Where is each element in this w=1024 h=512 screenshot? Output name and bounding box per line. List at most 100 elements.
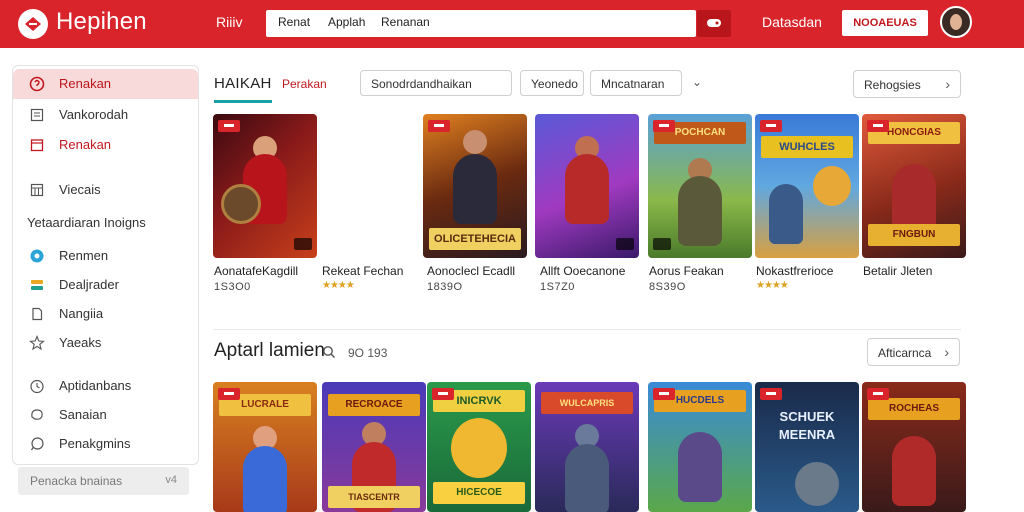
logo-icon[interactable] (18, 9, 48, 39)
filter-search-value: Sonodrdandhaikan (371, 77, 472, 91)
clock-icon (30, 379, 44, 394)
section-button[interactable]: Afticarnca › (867, 338, 960, 366)
controller-icon (707, 19, 721, 27)
sidebar-item-label: Vankorodah (59, 107, 129, 122)
header-link-left[interactable]: Riiiv (216, 14, 242, 30)
sidebar-item-label: Sanaian (59, 407, 107, 422)
filter-select-2[interactable]: Mncatnaran (590, 70, 682, 96)
chat-icon (31, 280, 43, 290)
game-title[interactable]: Rekeat Fechan (322, 264, 403, 278)
card-banner: ROCHEAS (868, 398, 960, 420)
game-card-r2-1[interactable]: LUCRALE (213, 382, 317, 512)
avatar[interactable] (940, 6, 972, 38)
sidebar: Renakan Vankorodah Renakan Viecais Yetaa… (12, 65, 199, 465)
search-bar[interactable]: Renat Applah Renanan (266, 10, 696, 37)
section-button-label: Afticarnca (878, 346, 932, 360)
game-title[interactable]: Nokastfrerioce (756, 264, 833, 278)
sidebar-item-label: Renakan (59, 76, 112, 91)
game-count: 1S3O0 (214, 281, 251, 293)
game-card-r2-3[interactable]: INICRVK HICECOE (427, 382, 531, 512)
game-card-r2-2[interactable]: RECROACE TIASCENTR (322, 382, 426, 512)
game-count: 1S7Z0 (540, 281, 575, 293)
logo-text[interactable]: Hepihen (56, 8, 147, 36)
card-banner-bottom: HICECOE (433, 482, 525, 504)
sidebar-item-label: Penakgmins (59, 436, 131, 451)
game-card-4[interactable]: POCHCAN (648, 114, 752, 258)
filter-search-input[interactable]: Sonodrdandhaikan (360, 70, 512, 96)
filter-select-1[interactable]: Yeonedo (520, 70, 584, 96)
card-banner-bottom: TIASCENTR (328, 486, 420, 508)
sidebar-item-9[interactable]: Sanaian (13, 400, 198, 430)
sidebar-item-2[interactable]: Vankorodah (13, 100, 198, 130)
sidebar-item-10[interactable]: Penakgmins (13, 429, 198, 459)
sidebar-item-3[interactable]: Renakan (13, 130, 198, 160)
game-card-1[interactable] (213, 114, 317, 258)
game-title[interactable]: Allft Ooecanone (540, 264, 625, 278)
search-button[interactable] (697, 10, 731, 37)
game-card-r2-6[interactable]: SCHUEK MEENRA (755, 382, 859, 512)
section-divider (214, 329, 961, 330)
sidebar-footer-arrow: v4 (165, 474, 177, 486)
search-tab-3[interactable]: Renanan (381, 15, 430, 29)
game-count: 8S39O (649, 281, 686, 293)
tab-main[interactable]: HAIKAH (214, 75, 272, 92)
bubble-icon (31, 409, 43, 420)
sidebar-footer-button[interactable]: Penacka bnainas v4 (18, 467, 189, 495)
signup-button[interactable]: NOOAEUAS (842, 10, 928, 36)
game-card-3[interactable] (535, 114, 639, 258)
sidebar-item-label: Viecais (59, 182, 101, 197)
section-title: Aptarl lamien (214, 340, 325, 361)
filter-right-button[interactable]: Rehogsies › (853, 70, 961, 98)
star-icon (29, 335, 45, 351)
game-title[interactable]: Betalir Jleten (863, 264, 932, 278)
card-banner: RECROACE (328, 394, 420, 416)
game-rating: ★★★★ (322, 280, 355, 291)
sidebar-item-label: Nangiia (59, 306, 104, 321)
section-count: 9O 193 (348, 346, 388, 360)
circle-icon (30, 249, 44, 263)
game-card-r2-7[interactable]: ROCHEAS (862, 382, 966, 512)
search-tab-2[interactable]: Applah (328, 15, 365, 29)
sidebar-item-label: Yaeaks (59, 335, 102, 350)
game-card-r2-4[interactable]: WULCAPRIS (535, 382, 639, 512)
search-icon[interactable] (322, 345, 336, 359)
sidebar-item-6[interactable]: Nangiia (13, 299, 198, 329)
sidebar-item-label: Dealjrader (59, 277, 119, 292)
chevron-down-icon[interactable]: ⌄ (692, 75, 702, 89)
game-rating: ★★★★ (756, 280, 789, 291)
card-banner: OLICETEHECIA (429, 228, 521, 250)
search-tab-1[interactable]: Renat (278, 15, 310, 29)
sidebar-item-5[interactable]: Dealjrader (13, 270, 198, 300)
filter-right-label: Rehogsies (864, 78, 921, 92)
list-icon (30, 108, 44, 122)
document-icon (32, 307, 43, 321)
chevron-right-icon: › (945, 76, 950, 92)
top-bar: Hepihen Riiiv Renat Applah Renanan Datas… (0, 0, 1024, 48)
sidebar-item-4[interactable]: Renmen (13, 241, 198, 271)
game-title[interactable]: Aonoclecl Ecadll (427, 264, 515, 278)
header-link-right[interactable]: Datasdan (762, 14, 822, 30)
game-card-r2-5[interactable]: HUCDELS (648, 382, 752, 512)
game-title[interactable]: AonatafeKagdill (214, 264, 298, 278)
card-banner: WULCAPRIS (541, 392, 633, 414)
tab-underline (214, 100, 272, 103)
chevron-right-icon: › (944, 344, 949, 360)
game-card-6[interactable]: HONCGIAS FNGBUN (862, 114, 966, 258)
card-banner: SCHUEK MEENRA (778, 409, 836, 442)
card-banner: WUHCLES (761, 136, 853, 158)
game-card-2[interactable]: OLICETEHECIA (423, 114, 527, 258)
info-icon (29, 76, 45, 92)
game-count: 1839O (427, 281, 463, 293)
sidebar-item-views[interactable]: Viecais (13, 175, 198, 205)
game-card-5[interactable]: WUHCLES (755, 114, 859, 258)
tab-second[interactable]: Perakan (282, 77, 327, 91)
card-banner-bottom: FNGBUN (868, 224, 960, 246)
sidebar-item-label: Aptidanbans (59, 378, 132, 393)
sidebar-item-1[interactable]: Renakan (13, 69, 198, 99)
filter-select-1-value: Yeonedo (531, 77, 578, 91)
filter-select-2-value: Mncatnaran (601, 77, 665, 91)
sidebar-heading: Yetaardiaran Inoigns (27, 215, 146, 230)
sidebar-item-8[interactable]: Aptidanbans (13, 371, 198, 401)
sidebar-item-7[interactable]: Yaeaks (13, 328, 198, 358)
game-title[interactable]: Aorus Feakan (649, 264, 724, 278)
